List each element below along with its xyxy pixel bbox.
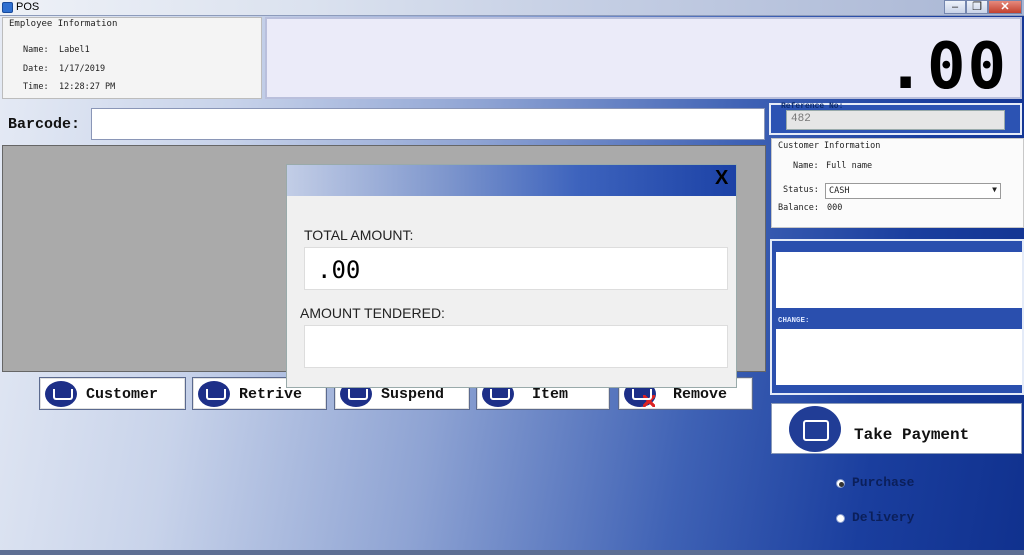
employee-name-value: Label1 [59,45,90,55]
total-amount-value: .00 [317,256,361,284]
wallet-icon [789,406,841,452]
customer-button-label: Customer [86,386,159,403]
take-payment-button[interactable]: Take Payment [771,403,1022,454]
customer-info-heading: Customer Information [778,141,881,151]
minimize-button[interactable]: – [944,0,966,14]
suspend-button-label: Suspend [381,386,445,403]
customer-status-label: Status: [783,185,819,195]
reference-panel: Reference No: 482 [769,102,1022,135]
remove-button-label: Remove [673,386,728,403]
amount-tendered-input[interactable] [304,325,728,368]
status-select-value: CASH [829,186,850,196]
change-caption: CHANGE: [778,317,810,325]
customer-button[interactable]: Customer [39,377,186,410]
purchase-radio[interactable] [836,479,845,488]
title-bar [0,0,1024,16]
customer-info-panel: Customer Information Name: Full name Sta… [771,138,1024,228]
change-value-field [776,329,1022,385]
customer-balance-value: 000 [827,203,843,213]
delivery-radio[interactable] [836,514,845,523]
retrive-button-label: Retrive [239,386,303,403]
customer-name-label: Name: [793,161,819,171]
reference-input[interactable]: 482 [786,110,1005,130]
customer-balance-label: Balance: [778,203,819,213]
total-display-panel: .00 [265,17,1022,99]
dialog-header [287,165,736,196]
window-title: POS [16,1,40,13]
item-button-label: Item [532,386,569,403]
employee-time-value: 12:28:27 PM [59,82,116,92]
total-display-value: .00 [886,30,1008,104]
delivery-radio-label[interactable]: Delivery [852,510,914,525]
close-window-button[interactable]: ✕ [988,0,1022,14]
employee-date-value: 1/17/2019 [59,64,106,74]
dialog-close-button[interactable]: X [715,167,728,190]
amount-tendered-label: AMOUNT TENDERED: [300,305,445,321]
change-panel: CHANGE: [770,239,1024,395]
change-top-field [776,252,1022,308]
payment-dialog: X TOTAL AMOUNT: .00 AMOUNT TENDERED: [286,164,737,388]
employee-name-label: Name: [23,45,49,55]
purchase-radio-label[interactable]: Purchase [852,475,914,490]
barcode-label: Barcode: [8,116,81,133]
app-icon [2,2,13,13]
total-amount-field: .00 [304,247,728,290]
take-payment-label: Take Payment [854,426,970,444]
employee-info-heading: Employee Information [9,19,118,29]
employee-info-panel: Employee Information Name: Label1 Date: … [2,17,262,99]
keyboard-icon [198,381,230,407]
employee-date-label: Date: [23,64,49,74]
employee-time-label: Time: [23,82,49,92]
maximize-button[interactable]: ❐ [966,0,988,14]
status-select[interactable]: CASH ▼ [825,183,1001,199]
bottom-strip [0,550,1024,555]
chevron-down-icon: ▼ [992,185,997,194]
total-amount-label: TOTAL AMOUNT: [304,227,414,243]
customer-cart-icon [45,381,77,407]
customer-name-value: Full name [826,161,873,171]
barcode-input[interactable] [91,108,765,140]
